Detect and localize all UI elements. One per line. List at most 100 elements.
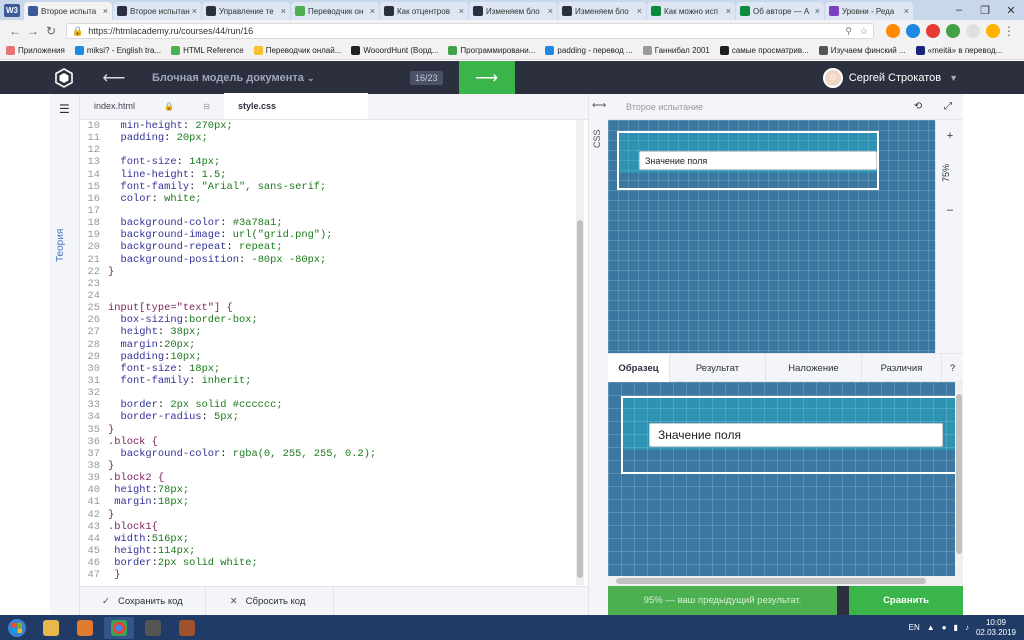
- code-line[interactable]: 38}: [80, 460, 576, 472]
- close-icon[interactable]: ×: [103, 6, 108, 16]
- tab-style-css[interactable]: style.css: [224, 93, 368, 119]
- help-button[interactable]: ?: [942, 354, 963, 382]
- network-icon[interactable]: ▮: [954, 623, 958, 632]
- close-icon[interactable]: ×: [904, 6, 909, 16]
- sample-vertical-scrollbar[interactable]: [955, 382, 963, 576]
- minimize-icon[interactable]: –: [946, 4, 972, 16]
- code-line[interactable]: 45 height:114px;: [80, 545, 576, 557]
- close-icon[interactable]: ×: [281, 6, 286, 16]
- tray-icon[interactable]: ●: [942, 623, 947, 632]
- bookmark-item[interactable]: HTML Reference: [171, 46, 244, 55]
- browser-tab[interactable]: Уровни - Реда ×: [825, 2, 913, 20]
- code-line[interactable]: 13 font-size: 14px;: [80, 156, 576, 168]
- maximize-icon[interactable]: ❐: [972, 4, 998, 17]
- url-input[interactable]: 🔒 https://htmlacademy.ru/courses/44/run/…: [66, 23, 874, 39]
- code-line[interactable]: 12: [80, 144, 576, 156]
- code-line[interactable]: 20 background-repeat: repeat;: [80, 241, 576, 253]
- browser-tab[interactable]: Изменяем бло ×: [469, 2, 557, 20]
- bookmark-item[interactable]: miksi? - English tra...: [74, 46, 161, 55]
- reset-button[interactable]: ✕ Сбросить код: [206, 587, 335, 616]
- code-scrollbar[interactable]: [576, 120, 584, 585]
- code-line[interactable]: 16 color: white;: [80, 193, 576, 205]
- browser-tab[interactable]: Переводчик он ×: [291, 2, 379, 20]
- sample-horizontal-scrollbar[interactable]: [608, 576, 963, 586]
- extension-icon[interactable]: [986, 24, 1000, 38]
- extension-icon[interactable]: [926, 24, 940, 38]
- start-button[interactable]: [0, 615, 34, 640]
- volume-icon[interactable]: ♪: [965, 623, 969, 632]
- star-icon[interactable]: ☆: [860, 26, 868, 37]
- browser-tab[interactable]: Изменяем бло ×: [558, 2, 646, 20]
- code-line[interactable]: 43 .block1{: [80, 521, 576, 533]
- browser-tab[interactable]: Управление те ×: [202, 2, 290, 20]
- code-editor[interactable]: 10 min-height: 270px; 11 padding: 20px; 12…: [80, 120, 576, 585]
- code-line[interactable]: 18 background-color: #3a78a1;: [80, 217, 576, 229]
- split-icon[interactable]: ⊟: [203, 102, 210, 111]
- code-line[interactable]: 30 font-size: 18px;: [80, 363, 576, 375]
- code-line[interactable]: 35}: [80, 424, 576, 436]
- tray-icon[interactable]: ▲: [927, 623, 935, 632]
- extension-icon[interactable]: [966, 24, 980, 38]
- reload-icon[interactable]: ↻: [42, 24, 60, 38]
- next-step-button[interactable]: ⟶: [458, 61, 515, 94]
- code-line[interactable]: 28 margin:20px;: [80, 339, 576, 351]
- code-line[interactable]: 14 line-height: 1.5;: [80, 169, 576, 181]
- code-line[interactable]: 11 padding: 20px;: [80, 132, 576, 144]
- bookmark-item[interactable]: самые просматрив...: [719, 46, 809, 55]
- compare-button[interactable]: Сравнить: [849, 586, 963, 615]
- tab-overlay[interactable]: Наложение: [766, 354, 862, 382]
- code-line[interactable]: 24: [80, 290, 576, 302]
- code-line[interactable]: 46 border:2px solid white;: [80, 557, 576, 569]
- back-icon[interactable]: ←: [6, 24, 24, 38]
- close-icon[interactable]: ×: [459, 6, 464, 16]
- browser-tab[interactable]: Второе испытан ×: [113, 2, 201, 20]
- preview-text-input[interactable]: Значение поля: [639, 151, 877, 170]
- forward-icon[interactable]: →: [24, 24, 42, 38]
- bookmark-item[interactable]: Изучаем финский ...: [818, 46, 906, 55]
- clock[interactable]: 10:09 02.03.2019: [976, 618, 1016, 638]
- browser-tab[interactable]: Как можно исп ×: [647, 2, 735, 20]
- tab-result[interactable]: Результат: [670, 354, 766, 382]
- code-line[interactable]: 29 padding:10px;: [80, 351, 576, 363]
- code-line[interactable]: 33 border: 2px solid #cccccc;: [80, 399, 576, 411]
- code-line[interactable]: 42}: [80, 509, 576, 521]
- close-icon[interactable]: ×: [548, 6, 553, 16]
- code-line[interactable]: 19 background-image: url("grid.png");: [80, 229, 576, 241]
- hamburger-icon[interactable]: ☰: [59, 102, 70, 116]
- code-line[interactable]: 39 .block2 {: [80, 472, 576, 484]
- code-line[interactable]: 47 }: [80, 569, 576, 581]
- code-line[interactable]: 44 width:516px;: [80, 533, 576, 545]
- code-line[interactable]: 31 font-family: inherit;: [80, 375, 576, 387]
- code-line[interactable]: 22}: [80, 266, 576, 278]
- bookmark-item[interactable]: Переводчик онлай...: [253, 46, 341, 55]
- code-line[interactable]: 25 input[type="text"] {: [80, 302, 576, 314]
- browser-tab[interactable]: Об авторе — А ×: [736, 2, 824, 20]
- app-icon[interactable]: [172, 617, 202, 639]
- theory-toggle[interactable]: Теория: [55, 229, 66, 262]
- zoom-in-icon[interactable]: +: [936, 130, 964, 142]
- code-line[interactable]: 32: [80, 387, 576, 399]
- close-icon[interactable]: ✕: [998, 4, 1024, 17]
- media-player-icon[interactable]: [70, 617, 100, 639]
- chrome-icon[interactable]: [104, 616, 134, 639]
- bookmark-item[interactable]: Ганнибал 2001: [642, 46, 710, 55]
- resize-icon[interactable]: ⟷: [592, 100, 606, 111]
- logo-icon[interactable]: [44, 67, 84, 88]
- prev-step-icon[interactable]: ⟵: [84, 68, 144, 88]
- app-icon[interactable]: W3: [0, 0, 24, 20]
- language-indicator[interactable]: EN: [909, 623, 920, 632]
- bookmark-item[interactable]: padding - перевод ...: [545, 46, 633, 55]
- close-icon[interactable]: ×: [637, 6, 642, 16]
- course-title[interactable]: Блочная модель документа ⌄: [152, 72, 410, 84]
- browser-tab[interactable]: Второе испыта ×: [24, 2, 112, 20]
- code-line[interactable]: 10 min-height: 270px;: [80, 120, 576, 132]
- menu-icon[interactable]: ⋮: [1000, 24, 1018, 38]
- close-icon[interactable]: ×: [192, 6, 197, 16]
- save-button[interactable]: ✓ Сохранить код: [80, 587, 206, 616]
- tab-index-html[interactable]: index.html 🔒 ⊟: [80, 93, 224, 119]
- code-line[interactable]: 34 border-radius: 5px;: [80, 411, 576, 423]
- bookmark-item[interactable]: «meitä» в перевод...: [915, 46, 1002, 55]
- bookmark-item[interactable]: Программировани...: [448, 46, 535, 55]
- code-line[interactable]: 23: [80, 278, 576, 290]
- code-line[interactable]: 26 box-sizing:border-box;: [80, 314, 576, 326]
